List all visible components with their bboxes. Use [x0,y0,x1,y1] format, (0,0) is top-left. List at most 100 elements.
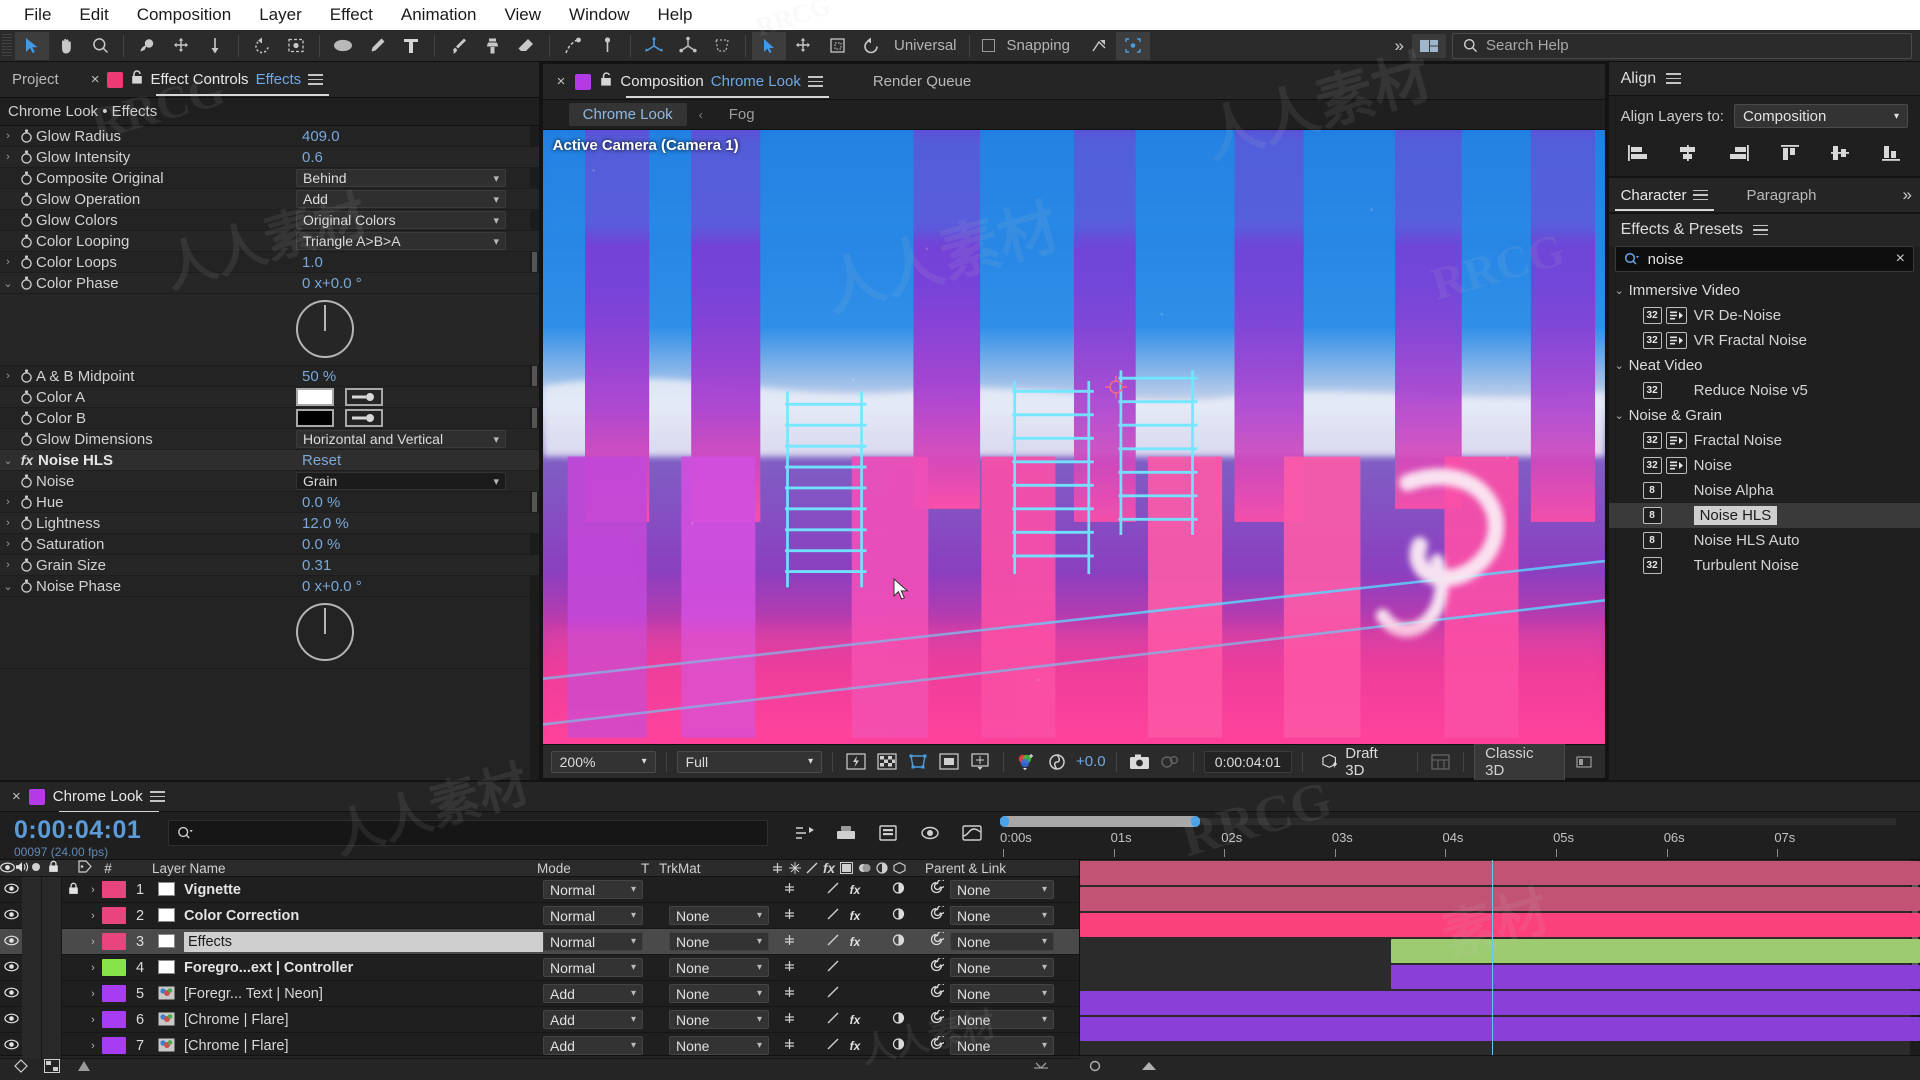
layer-blend-mode-dropdown[interactable]: Add ▾ [543,1036,643,1055]
eyedropper-icon[interactable] [345,409,383,427]
pick-whip-icon[interactable] [929,878,947,899]
effect-property-value[interactable]: 0.0 % [302,494,340,511]
close-icon[interactable]: × [12,788,21,805]
stopwatch-icon[interactable] [16,150,36,164]
layer-duration-bar[interactable] [1080,913,1920,937]
layer-row[interactable]: › 7 [Chrome | Flare] Add ▾ None ▾ fx None ▾ [0,1032,1079,1059]
color-swatch[interactable] [296,409,334,427]
effect-property-dropdown[interactable]: Add ▾ [296,190,506,208]
layer-blend-mode-dropdown[interactable]: Normal ▾ [543,880,643,899]
pick-whip-icon[interactable] [929,1034,947,1055]
type-tool[interactable] [394,32,428,60]
layer-row[interactable]: › 4 Foregro...ext | Controller Normal ▾ None ▾… [0,954,1079,981]
layer-switches[interactable] [777,960,929,975]
move-mode-select[interactable] [752,31,786,60]
mask-visibility-icon[interactable] [905,751,930,773]
audio-cell[interactable] [22,1006,42,1033]
effect-property-row[interactable]: › Glow Intensity 0.6 [0,147,539,168]
stopwatch-icon[interactable] [16,411,36,425]
draft-3d-toggle-icon[interactable] [874,820,902,846]
timeline-zoom-slider-handle[interactable] [1086,1059,1104,1077]
align-vertical-center-icon[interactable] [1823,140,1857,166]
transparency-grid-icon[interactable] [874,751,899,773]
track-matte-cell[interactable]: None ▾ [669,932,777,951]
pick-whip-icon[interactable] [929,982,947,1003]
track-matte-dropdown[interactable]: None ▾ [669,906,769,925]
stopwatch-icon[interactable] [16,213,36,227]
stopwatch-icon[interactable] [16,255,36,269]
audio-switch-icon[interactable] [15,861,30,876]
layer-rows[interactable]: › 1 Vignette Normal ▾ fx None ▾ › 2 Color Correcti… [0,876,1079,1059]
close-icon[interactable]: × [91,71,100,88]
current-time-display[interactable]: 0:00:04:01 [1203,750,1292,773]
effect-property-row[interactable]: Color B [0,408,539,429]
renderer-button[interactable]: Classic 3D [1474,741,1566,782]
effects-item-row[interactable]: 8 Noise HLS [1608,503,1920,528]
panel-overflow-chevron[interactable]: » [1893,185,1920,205]
track-matte-cell[interactable]: None ▾ [669,1010,777,1029]
motion-blur-switch[interactable] [890,934,907,949]
move-mode-rotate[interactable] [854,32,888,60]
effect-property-value[interactable]: 50 % [302,368,336,385]
layer-visibility-icon[interactable] [0,1038,22,1053]
layer-label-color[interactable] [102,907,126,924]
layer-twirl-icon[interactable]: › [84,1040,102,1052]
layer-row[interactable]: › 3 Effects Normal ▾ None ▾ fx None ▾ [0,928,1079,955]
shy-switch[interactable] [781,934,798,949]
track-matte-dropdown[interactable]: None ▾ [669,1010,769,1029]
twirl-icon[interactable]: › [0,130,16,142]
video-switch-icon[interactable] [0,861,15,876]
timeline-ruler[interactable]: 0:00s 01s 02s 03s 04s 05s 06s 07s [1000,812,1896,860]
effects-presets-search-input[interactable]: noise × [1614,246,1914,272]
layer-blend-mode-dropdown[interactable]: Add ▾ [543,984,643,1003]
puppet-pin-tool[interactable] [198,32,232,60]
effect-property-row[interactable]: › Glow Radius 409.0 [0,126,539,147]
effect-reset-link[interactable]: Reset [302,452,341,469]
color-swatch[interactable] [296,388,334,406]
pick-whip-icon[interactable] [929,930,947,951]
3d-transform-gizmo-position[interactable] [637,32,671,60]
effect-property-row[interactable]: › A & B Midpoint 50 % [0,366,539,387]
exposure-value[interactable]: +0.0 [1076,753,1106,770]
stopwatch-icon[interactable] [16,558,36,572]
audio-cell[interactable] [22,1032,42,1059]
effect-property-row[interactable]: Glow Operation Add ▾ [0,189,539,210]
layer-name[interactable]: [Chrome | Flare] [184,1038,543,1054]
channel-selector-icon[interactable] [1014,751,1039,773]
shy-switch[interactable] [781,1012,798,1027]
align-horizontal-center-icon[interactable] [1671,140,1705,166]
pan-behind-tool[interactable] [164,32,198,60]
menu-item-file[interactable]: File [10,0,65,30]
3d-transform-gizmo-scale[interactable] [671,32,705,60]
quality-switch[interactable] [825,882,842,897]
eyedropper-icon[interactable] [345,388,383,406]
shy-switch[interactable] [781,960,798,975]
layer-switches[interactable]: fx [777,934,929,949]
effects-switch[interactable]: fx [847,883,864,897]
timeline-search-input[interactable] [168,820,768,846]
stopwatch-icon[interactable] [16,516,36,530]
effects-switch[interactable]: fx [847,1013,864,1027]
stopwatch-icon[interactable] [16,192,36,206]
align-right-icon[interactable] [1722,140,1756,166]
tab-timeline-comp[interactable]: Chrome Look [53,779,165,815]
effect-property-value[interactable]: 0.31 [302,557,331,574]
composition-viewer[interactable]: Active Camera (Camera 1) [542,130,1605,744]
effect-property-row[interactable]: ⌄ fx Noise HLS Reset [0,450,539,471]
audio-cell[interactable] [22,980,42,1007]
effect-property-dropdown[interactable]: Grain ▾ [296,472,506,490]
layer-visibility-icon[interactable] [0,934,22,949]
motion-blur-switch[interactable] [890,882,907,897]
stopwatch-icon[interactable] [16,129,36,143]
effects-item-row[interactable]: 32 Turbulent Noise [1609,553,1920,578]
effects-item-row[interactable]: 32 VR Fractal Noise [1609,328,1920,353]
solo-cell[interactable] [42,876,62,903]
comp-subtab-chrome-look[interactable]: Chrome Look [568,103,687,126]
effect-property-row[interactable]: › Hue 0.0 % [0,492,539,513]
twirl-icon[interactable]: › [0,559,16,571]
tab-composition[interactable]: Composition Chrome Look [620,64,834,100]
layer-twirl-icon[interactable]: › [84,988,102,1000]
layer-visibility-icon[interactable] [0,960,22,975]
title-action-safe-icon[interactable] [937,751,962,773]
angle-dial[interactable] [296,300,354,358]
